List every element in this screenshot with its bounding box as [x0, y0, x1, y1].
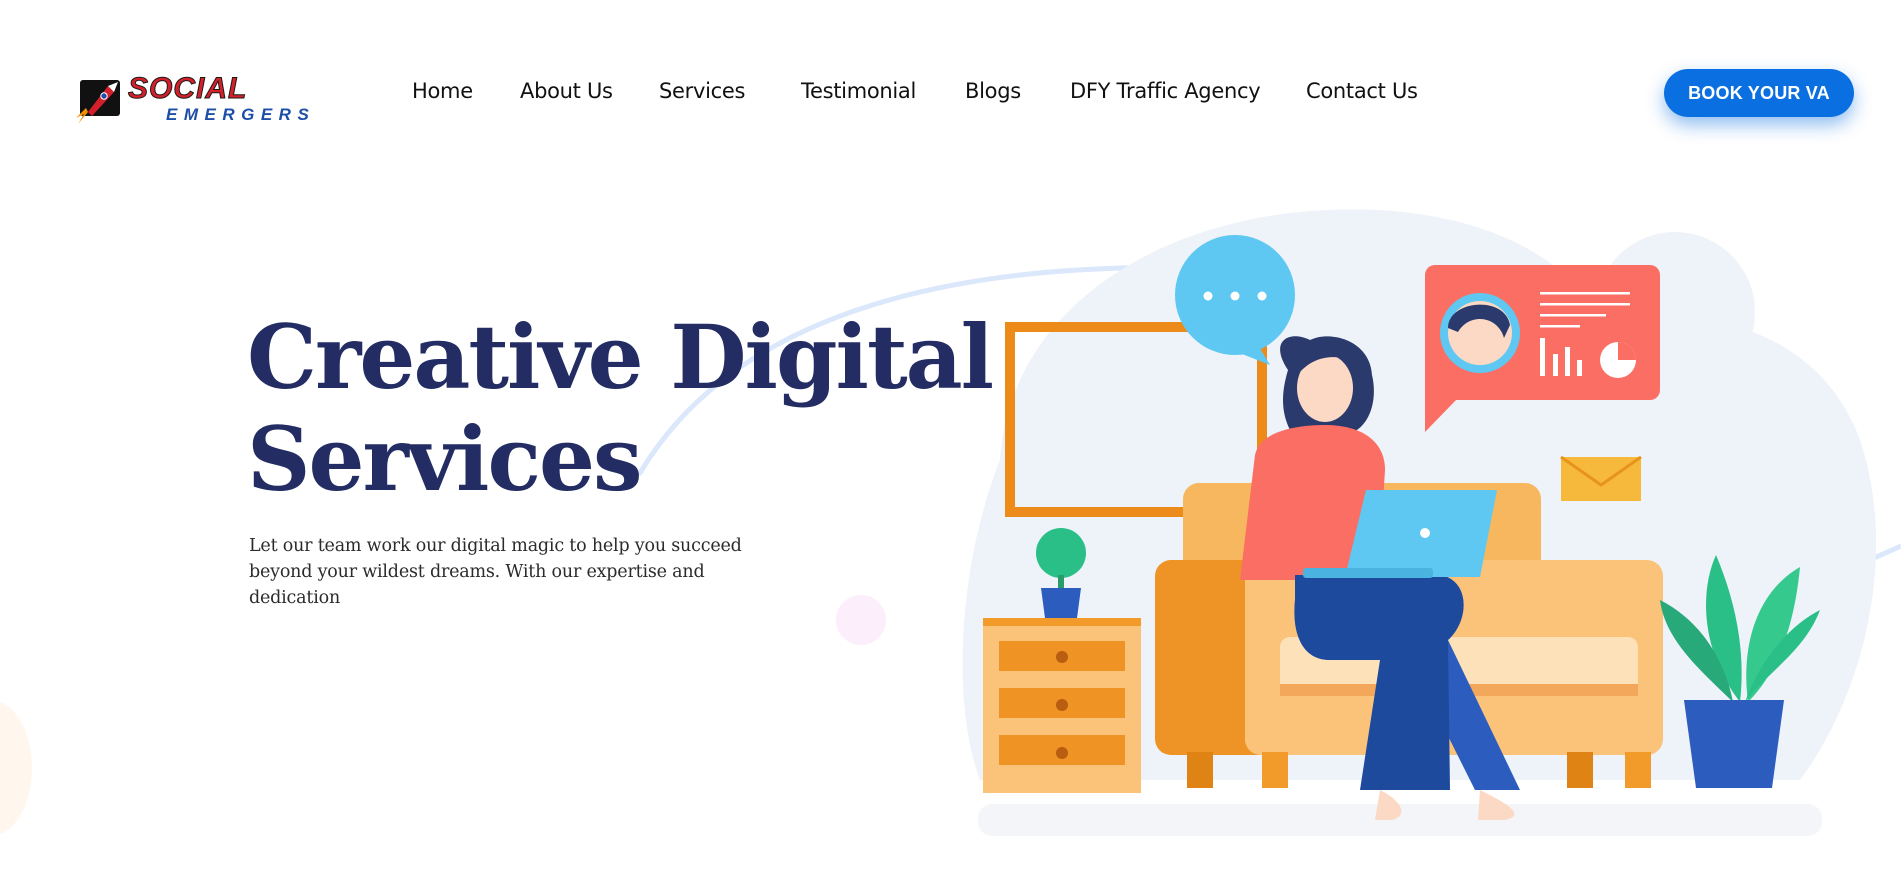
side-table	[983, 618, 1141, 793]
hero-subtitle: Let our team work our digital magic to h…	[249, 536, 742, 608]
hero-illustration	[962, 209, 1877, 836]
decor-blob-left	[0, 700, 32, 836]
nav-home[interactable]: Home	[412, 76, 473, 106]
rocket-logo-icon	[76, 80, 120, 124]
brand-logo[interactable]: SOCIAL EMERGERS	[74, 72, 309, 132]
hero-title: Creative Digital Services	[247, 306, 1007, 510]
brand-name-line1: SOCIAL	[127, 72, 248, 105]
decor-blob-pink	[836, 595, 886, 645]
nav-about-us[interactable]: About Us	[520, 76, 613, 106]
nav-services[interactable]: Services	[659, 76, 745, 106]
nav-testimonial[interactable]: Testimonial	[801, 76, 916, 106]
envelope-icon	[1560, 455, 1642, 501]
hero-title-line2: Services	[247, 407, 643, 511]
nav-blogs[interactable]: Blogs	[965, 76, 1021, 106]
book-your-va-button[interactable]: BOOK YOUR VA	[1664, 69, 1854, 117]
nav-contact-us[interactable]: Contact Us	[1306, 76, 1418, 106]
hero-title-line1: Creative Digital	[247, 305, 994, 409]
nav-dfy-traffic-agency[interactable]: DFY Traffic Agency	[1070, 76, 1261, 106]
brand-name-line2: EMERGERS	[166, 105, 316, 124]
